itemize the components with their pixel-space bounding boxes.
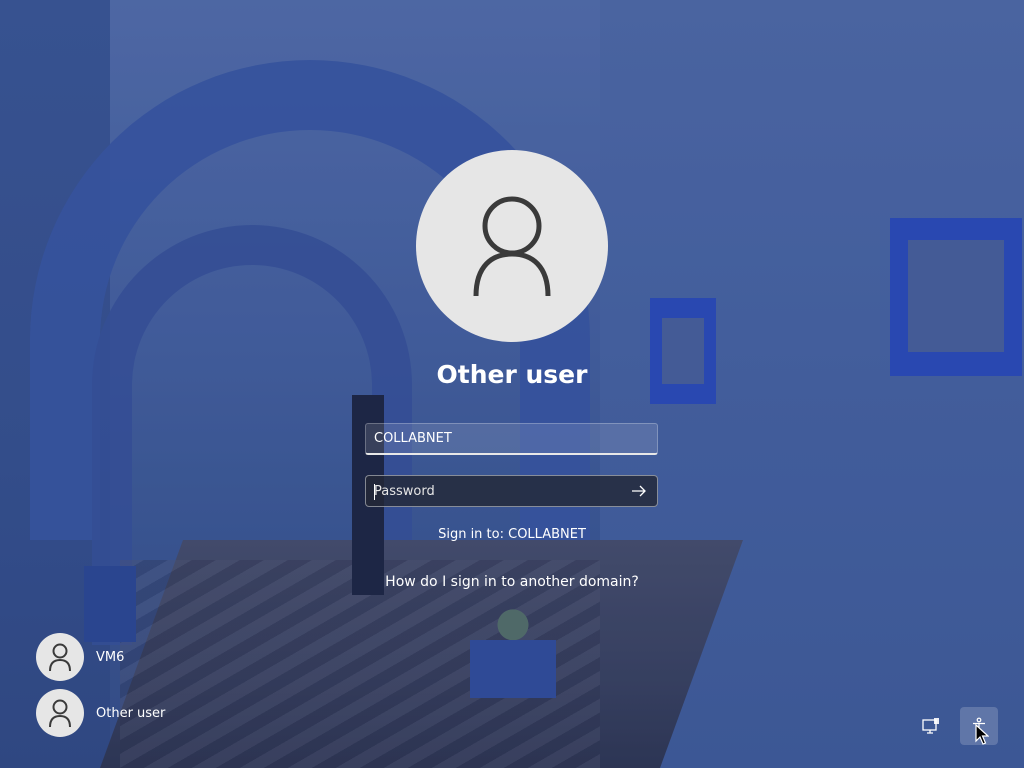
user-list-item-vm6[interactable]: VM6	[36, 633, 124, 681]
user-avatar-large	[416, 150, 608, 342]
sign-in-domain-label: Sign in to: COLLABNET	[438, 527, 586, 542]
username-input[interactable]	[366, 424, 657, 453]
user-title: Other user	[436, 360, 588, 389]
mouse-cursor-icon	[975, 724, 989, 745]
text-caret	[374, 484, 375, 500]
avatar	[36, 689, 84, 737]
avatar	[36, 633, 84, 681]
user-list-item-label: Other user	[96, 705, 166, 721]
domain-help-link-row: How do I sign in to another domain?	[0, 574, 1024, 590]
user-icon	[49, 699, 71, 727]
user-list-item-other-user[interactable]: Other user	[36, 689, 165, 737]
password-input[interactable]	[366, 476, 616, 506]
network-button[interactable]	[912, 707, 950, 745]
username-field[interactable]	[365, 423, 658, 455]
user-icon	[49, 643, 71, 671]
password-field[interactable]	[365, 475, 658, 507]
user-list-item-label: VM6	[96, 649, 125, 665]
arrow-right-icon	[632, 485, 646, 497]
lock-screen: Other user Sign in to: COLLABNET How do …	[0, 0, 1024, 768]
network-icon	[922, 718, 939, 734]
submit-button[interactable]	[627, 480, 651, 502]
domain-help-link[interactable]: How do I sign in to another domain?	[385, 574, 639, 590]
user-icon	[473, 196, 551, 296]
